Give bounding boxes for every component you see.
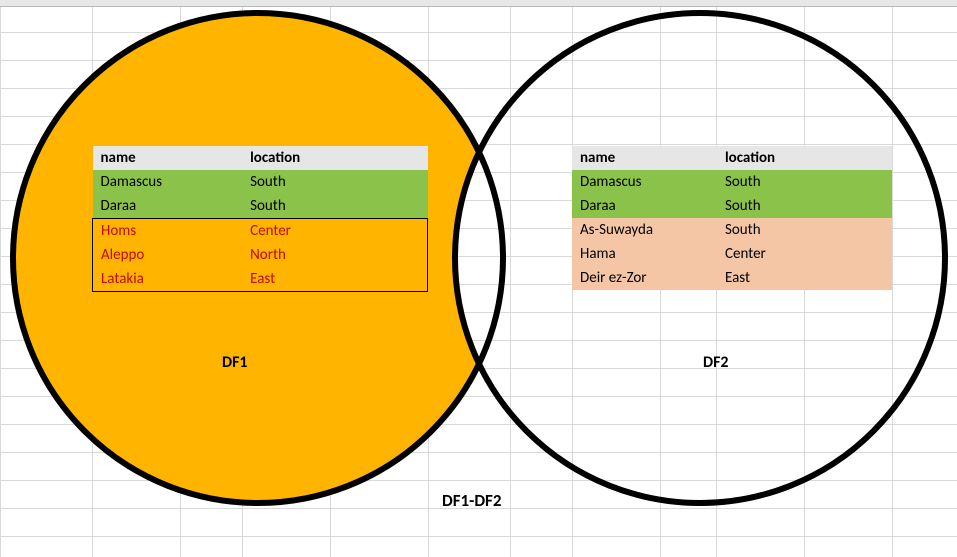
cell-location: Center: [717, 242, 892, 266]
cell-name: Aleppo: [93, 243, 243, 267]
table-df1: name location Damascus South Daraa South…: [92, 146, 428, 292]
col-location: location: [717, 146, 892, 170]
col-name: name: [572, 146, 717, 170]
cell-name: Deir ez-Zor: [572, 266, 717, 290]
table-row: Deir ez-Zor East: [572, 266, 892, 290]
cell-location: South: [242, 194, 427, 219]
cell-location: South: [717, 194, 892, 218]
cell-location: Center: [242, 219, 427, 244]
cell-name: Daraa: [572, 194, 717, 218]
table-row: Hama Center: [572, 242, 892, 266]
worksheet: name location Damascus South Daraa South…: [0, 0, 957, 557]
table-row: Latakia East: [93, 267, 428, 292]
table-row: Damascus South: [93, 170, 428, 194]
cell-name: Latakia: [93, 267, 243, 292]
cell-name: Homs: [93, 219, 243, 244]
table-header-row: name location: [93, 146, 428, 170]
table-df2: name location Damascus South Daraa South…: [572, 146, 892, 290]
cell-name: Damascus: [93, 170, 243, 194]
table-row: Aleppo North: [93, 243, 428, 267]
col-name: name: [93, 146, 243, 170]
table-row: Daraa South: [93, 194, 428, 219]
cell-name: Hama: [572, 242, 717, 266]
label-diff: DF1-DF2: [442, 490, 501, 511]
cell-location: East: [717, 266, 892, 290]
label-df2: DF2: [703, 353, 729, 372]
table-row: Damascus South: [572, 170, 892, 194]
col-location: location: [242, 146, 427, 170]
cell-name: Damascus: [572, 170, 717, 194]
cell-name: Daraa: [93, 194, 243, 219]
table-row: Daraa South: [572, 194, 892, 218]
cell-location: North: [242, 243, 427, 267]
label-df1: DF1: [222, 353, 248, 372]
cell-location: South: [717, 218, 892, 242]
cell-location: South: [242, 170, 427, 194]
cell-name: As-Suwayda: [572, 218, 717, 242]
table-header-row: name location: [572, 146, 892, 170]
cell-location: East: [242, 267, 427, 292]
table-row: Homs Center: [93, 219, 428, 244]
cell-location: South: [717, 170, 892, 194]
table-row: As-Suwayda South: [572, 218, 892, 242]
